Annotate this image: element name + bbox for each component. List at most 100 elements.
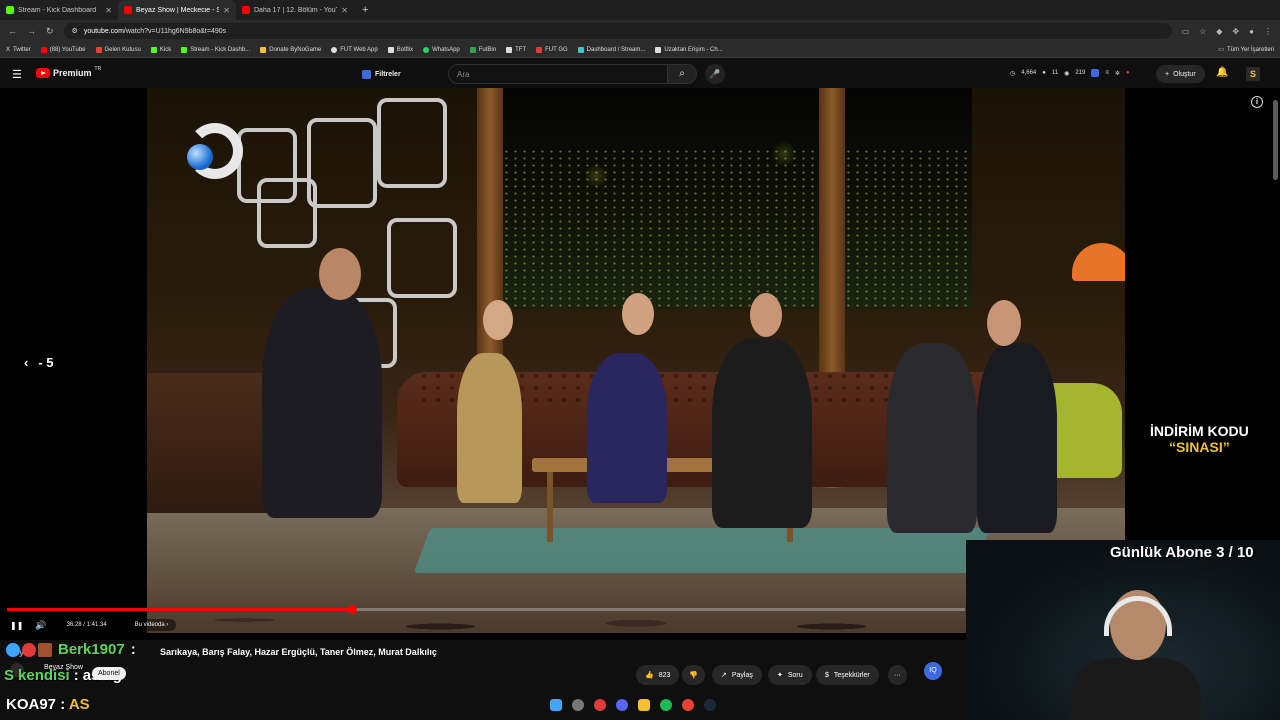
taskbar — [550, 699, 716, 711]
youtube-logo[interactable]: Premium TR — [36, 66, 101, 78]
streamer-body — [1071, 658, 1201, 720]
bell-icon[interactable]: 🔔 — [1216, 67, 1228, 78]
alert-icon[interactable]: ● — [1126, 70, 1130, 76]
url-field[interactable]: ⚙ youtube.com/watch?v=U11hg6N9b8o&t=490s — [63, 23, 1172, 39]
forward-icon[interactable]: → — [27, 26, 36, 36]
extension-badge[interactable]: IQ — [924, 662, 942, 680]
tab-close-icon[interactable]: ✕ — [223, 6, 230, 15]
search-taskbar-icon[interactable] — [572, 699, 584, 711]
search-input[interactable]: Ara — [448, 64, 668, 84]
chapter-label: Bu videoda — [134, 622, 165, 628]
back-icon[interactable]: ← — [8, 26, 17, 36]
reload-icon[interactable]: ↻ — [46, 26, 54, 37]
bookmark-item[interactable]: FUT Web App — [331, 46, 378, 53]
bookmark-label: Tüm Yer İşaretleri — [1226, 46, 1274, 53]
site-info-icon[interactable]: ⚙ — [72, 27, 78, 35]
seek-back-indicator[interactable]: ‹ - 5 — [24, 355, 54, 370]
search-icon[interactable]: ⌕ — [667, 64, 697, 84]
all-bookmarks[interactable]: ▭ Tüm Yer İşaretleri — [1218, 46, 1274, 54]
bookmark-item[interactable]: Kick — [150, 46, 171, 53]
bookmark-item[interactable]: WhatsApp — [423, 46, 460, 53]
chapter-button[interactable]: Bu videoda › — [126, 619, 177, 631]
folder-icon[interactable] — [638, 699, 650, 711]
youtube-play-icon — [36, 68, 50, 78]
create-button[interactable]: + Oluştur — [1156, 65, 1205, 83]
discord-icon[interactable] — [616, 699, 628, 711]
bookmark-item[interactable]: Dashboard / Stream... — [577, 46, 645, 53]
bookmark-label: FUT Web App — [340, 46, 378, 53]
chat-separator: : — [130, 641, 136, 658]
x-icon: X — [6, 46, 11, 53]
menu-icon[interactable]: ⋮ — [1264, 27, 1272, 36]
bookmark-label: Twitter — [13, 46, 31, 53]
volume-icon[interactable]: 🔊 — [35, 620, 46, 631]
bookmark-item[interactable]: Uzaktan Erişim - Ch... — [655, 46, 723, 53]
avatar[interactable]: S — [1246, 67, 1260, 81]
bookmark-item[interactable]: X Twitter — [6, 47, 31, 53]
promo-code-overlay: İNDİRİM KODU “SINASI” — [1150, 423, 1249, 455]
progress-bar[interactable] — [7, 605, 965, 614]
cast-icon[interactable]: ▭ — [1182, 27, 1190, 36]
guest-head — [622, 293, 654, 335]
info-icon[interactable]: i — [1251, 96, 1263, 108]
bookmark-label: Botflix — [396, 46, 414, 53]
stat-value: 4,664 — [1021, 70, 1037, 76]
subscribe-button[interactable]: Abonel — [92, 667, 126, 680]
like-button[interactable]: 👍 823 — [636, 665, 680, 685]
guest-head — [483, 300, 513, 340]
tab-beyaz-show[interactable]: Beyaz Show | Meckecie - Se ✕ — [118, 0, 236, 20]
app-icon[interactable] — [594, 699, 606, 711]
spotify-icon[interactable] — [660, 699, 672, 711]
new-tab-button[interactable]: + — [354, 4, 376, 16]
sparkle-icon: ✦ — [777, 672, 783, 679]
progress-handle[interactable] — [347, 605, 357, 614]
ask-button[interactable]: ✦ Soru — [768, 665, 812, 685]
chat-username: Berk1907 — [58, 641, 125, 658]
list-icon[interactable]: ≡ — [1105, 70, 1109, 76]
youtube-icon — [40, 46, 47, 53]
share-button[interactable]: ↗ Paylaş — [712, 665, 762, 685]
windows-start-icon[interactable] — [550, 699, 562, 711]
bookmark-item[interactable]: (88) YouTube — [40, 46, 86, 53]
mic-icon[interactable]: 🎤 — [705, 64, 725, 84]
bookmark-star-icon[interactable]: ☆ — [1199, 27, 1206, 36]
tab-close-icon[interactable]: ✕ — [341, 6, 348, 15]
settings-icon[interactable]: ✲ — [1115, 70, 1120, 77]
extension-icon[interactable] — [1091, 69, 1100, 77]
tab-daha-17[interactable]: Daha 17 | 12. Bölüm - YouTube ✕ — [236, 0, 354, 20]
chrome-icon[interactable] — [682, 699, 694, 711]
steam-icon[interactable] — [704, 699, 716, 711]
bookmark-item[interactable]: Gelen Kutusu — [95, 46, 141, 53]
progress-fill — [7, 608, 352, 611]
extension-icon[interactable]: ◆ — [1216, 27, 1222, 36]
chat-message: Berk1907 : — [6, 641, 136, 658]
chevron-left-icon: ‹ — [24, 355, 29, 370]
tab-close-icon[interactable]: ✕ — [105, 6, 112, 15]
orange-lamp — [1072, 243, 1125, 281]
bookmark-item[interactable]: Stream - Kick Dashb... — [181, 46, 250, 53]
guest-figure — [587, 353, 667, 503]
host-head — [319, 248, 361, 300]
headphones-icon — [1104, 596, 1172, 636]
filters-button[interactable]: Filtreler — [362, 67, 401, 81]
more-actions-button[interactable]: ··· — [888, 665, 907, 685]
stat-value: 11 — [1051, 70, 1059, 76]
bookmark-item[interactable]: FUT GG — [536, 46, 568, 53]
bookmark-label: FUT GG — [545, 46, 568, 53]
pause-icon[interactable]: ❚❚ — [10, 621, 23, 630]
gmail-icon — [95, 46, 102, 53]
browser-tab-bar: Stream - Kick Dashboard ✕ Beyaz Show | M… — [0, 0, 1280, 20]
hamburger-menu-icon[interactable]: ☰ — [12, 68, 24, 81]
scrollbar[interactable] — [1273, 100, 1278, 180]
bookmark-item[interactable]: Botflix — [387, 46, 414, 53]
bookmark-item[interactable]: TFT — [506, 46, 526, 53]
studio-rug — [413, 528, 991, 573]
puzzle-icon[interactable]: ✥ — [1232, 27, 1239, 36]
tab-kick-dashboard[interactable]: Stream - Kick Dashboard ✕ — [0, 0, 118, 20]
tab-title: Stream - Kick Dashboard — [18, 6, 97, 14]
dislike-button[interactable]: 👎 — [682, 665, 705, 685]
bookmark-item[interactable]: Donate ByNoGame — [260, 46, 321, 53]
bookmark-item[interactable]: FutBin — [469, 46, 496, 53]
thanks-button[interactable]: $ Teşekkürler — [816, 665, 879, 685]
profile-icon[interactable]: ● — [1249, 27, 1254, 36]
